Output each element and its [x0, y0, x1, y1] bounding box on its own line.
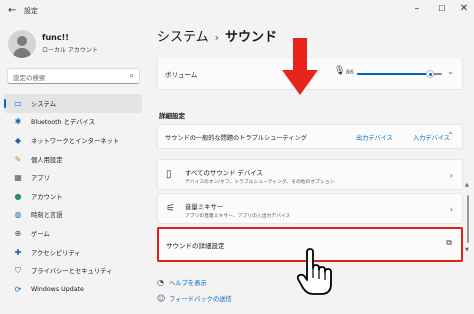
scrollbar[interactable] [467, 195, 469, 243]
sidebar-item-personalization[interactable]: ✎ 個人用設定 [4, 150, 142, 169]
troubleshoot-card: サウンドの一般的な問題のトラブルシューティング 出力デバイス 入力デバイス ⌃ [157, 124, 463, 149]
sidebar-item-label: プライバシーとセキュリティ [31, 268, 113, 276]
bluetooth-icon: ✱ [14, 117, 22, 127]
sidebar-item-label: Windows Update [31, 285, 84, 293]
sidebar-item-windows-update[interactable]: ⟳ Windows Update [4, 280, 142, 299]
sidebar-item-label: 個人用設定 [31, 156, 63, 164]
page-title: サウンド [225, 30, 278, 45]
apps-icon: ▦ [14, 173, 22, 183]
mixer-subtitle: アプリの音量ミキサー、アプリの入出力デバイス [185, 214, 291, 219]
maximize-icon[interactable]: ☐ [435, 4, 449, 13]
account-type: ローカル アカウント [42, 47, 98, 54]
sidebar-item-apps[interactable]: ▦ アプリ [4, 168, 142, 187]
update-icon: ⟳ [14, 284, 22, 294]
feedback-icon: ☺ [157, 294, 166, 303]
back-arrow-icon[interactable]: ← [8, 5, 16, 16]
all-devices-subtitle: デバイスのオン/オフ、トラブルシューティング、その他のオプション [185, 180, 335, 185]
help-icon: ◔ [157, 278, 164, 287]
chevron-right-icon: › [449, 205, 453, 214]
sidebar-item-label: ゲーム [31, 230, 50, 238]
search-icon[interactable]: ⌕ [130, 71, 134, 81]
chevron-down-icon[interactable]: ⌄ [447, 67, 454, 76]
chevron-right-icon: › [449, 171, 453, 180]
volume-slider-thumb[interactable] [426, 70, 435, 78]
search-placeholder: 設定の検索 [13, 74, 46, 82]
person-icon: ● [14, 191, 22, 201]
mixer-icon: ⚟ [166, 203, 175, 214]
nav-list: ▭ システム ✱ Bluetooth とデバイス ◆ ネットワークとインターネッ… [4, 94, 142, 299]
sidebar-item-label: Bluetooth とデバイス [31, 119, 95, 127]
chevron-up-icon[interactable]: ⌃ [447, 131, 454, 140]
wifi-icon: ◆ [14, 135, 22, 145]
breadcrumb-separator: › [214, 31, 220, 44]
speaker-icon: ▯ [166, 169, 172, 180]
user-name: func!! [42, 33, 69, 42]
avatar[interactable] [8, 30, 36, 58]
red-arrow-icon [282, 38, 318, 95]
output-devices-link[interactable]: 出力デバイス [356, 133, 393, 142]
volume-slider-fill [357, 73, 431, 75]
volume-label: ボリューム [165, 71, 198, 79]
close-icon[interactable]: ✕ [457, 3, 471, 14]
breadcrumb-parent[interactable]: システム [157, 30, 209, 45]
search-input[interactable]: 設定の検索 ⌕ [7, 68, 140, 84]
sidebar-item-label: アクセシビリティ [31, 249, 81, 257]
sidebar-item-label: アプリ [31, 175, 50, 183]
feedback-label: フィードバックの送信 [169, 296, 232, 303]
sidebar-item-time-language[interactable]: ◍ 時刻と言語 [4, 206, 142, 225]
section-title: 詳細設定 [159, 112, 185, 120]
troubleshoot-label: サウンドの一般的な問題のトラブルシューティング [165, 135, 307, 142]
volume-mixer-row[interactable]: ⚟ 音量ミキサー アプリの音量ミキサー、アプリの入出力デバイス › [157, 193, 463, 224]
sidebar-item-bluetooth[interactable]: ✱ Bluetooth とデバイス [4, 113, 142, 132]
globe-clock-icon: ◍ [14, 210, 22, 220]
sidebar-item-privacy[interactable]: ⛉ プライバシーとセキュリティ [4, 261, 142, 280]
scroll-down-icon[interactable]: ▼ [465, 247, 469, 253]
sidebar-item-network[interactable]: ◆ ネットワークとインターネット [4, 131, 142, 150]
sidebar-item-label: 時刻と言語 [31, 212, 63, 220]
shield-icon: ⛉ [15, 265, 21, 275]
sidebar: func!! ローカル アカウント 設定の検索 ⌕ ▭ システム ✱ Bluet… [0, 22, 146, 314]
feedback-link[interactable]: ☺ フィードバックの送信 [157, 294, 232, 303]
hand-cursor-icon [297, 248, 332, 295]
get-help-label: ヘルプを表示 [169, 280, 207, 287]
brush-icon: ✎ [14, 154, 22, 164]
all-devices-title: すべてのサウンド デバイス [185, 169, 263, 177]
scroll-up-icon[interactable]: ▲ [465, 182, 469, 188]
sidebar-item-accessibility[interactable]: ✚ アクセシビリティ [4, 243, 142, 262]
sidebar-item-label: アカウント [31, 193, 63, 201]
sidebar-item-accounts[interactable]: ● アカウント [4, 187, 142, 206]
volume-slider[interactable] [357, 70, 442, 78]
mixer-title: 音量ミキサー [185, 203, 224, 211]
sidebar-item-label: ネットワークとインターネット [31, 137, 120, 145]
title-bar: ← 設定 – ☐ ✕ [0, 0, 474, 22]
get-help-link[interactable]: ◔ ヘルプを表示 [157, 278, 207, 287]
minimize-icon[interactable]: – [410, 3, 424, 14]
window-title: 設定 [24, 7, 38, 15]
sidebar-item-label: システム [31, 100, 56, 108]
all-sound-devices-row[interactable]: ▯ すべてのサウンド デバイス デバイスのオン/オフ、トラブルシューティング、そ… [157, 159, 463, 190]
volume-value: 86 [346, 69, 354, 76]
accessibility-icon: ✚ [14, 247, 22, 257]
microphone-icon[interactable]: 🎙 [334, 66, 345, 76]
monitor-icon: ▭ [14, 98, 22, 108]
sidebar-item-system[interactable]: ▭ システム [4, 94, 142, 113]
input-devices-link[interactable]: 入力デバイス [413, 133, 450, 142]
sidebar-item-gaming[interactable]: ⊕ ゲーム [4, 224, 142, 243]
breadcrumb: システム › サウンド [157, 26, 277, 45]
gamepad-icon: ⊕ [14, 228, 22, 238]
